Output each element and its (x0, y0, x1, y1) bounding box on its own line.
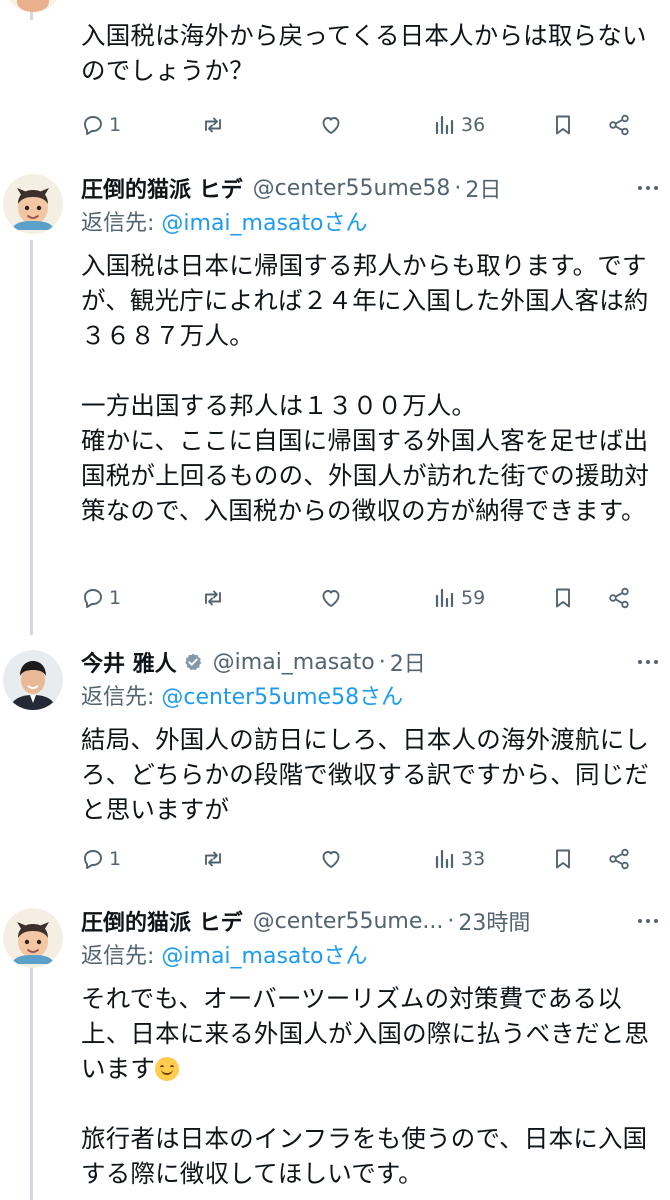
retweet-icon (205, 117, 221, 133)
reply-icon (84, 589, 102, 608)
avatar[interactable] (3, 908, 63, 968)
reply-to-label: 返信先: (81, 944, 162, 969)
reply-to-line: 返信先: @imai_masatoさん (81, 939, 656, 975)
retweet-icon (205, 590, 221, 606)
display-name[interactable]: 圧倒的猫派 ヒデ (81, 905, 243, 937)
like-icon (322, 851, 340, 868)
avatar[interactable] (3, 174, 63, 234)
views-icon (435, 115, 454, 135)
thread-line (30, 945, 33, 1200)
share-icon (609, 114, 629, 136)
share-button[interactable] (607, 105, 631, 145)
bookmark-button[interactable] (551, 105, 575, 145)
retweet-button[interactable] (201, 839, 225, 879)
retweet-button[interactable] (201, 105, 225, 145)
like-button[interactable] (319, 105, 343, 145)
like-icon (322, 117, 340, 134)
like-icon (322, 590, 340, 607)
view-count: 59 (461, 587, 486, 609)
timestamp[interactable]: 2日 (390, 646, 426, 678)
bookmark-icon (556, 115, 570, 135)
thread-line (30, 240, 33, 635)
like-button[interactable] (319, 578, 343, 618)
reply-count: 1 (109, 848, 122, 870)
tweet-text: 結局、外国人の訪日にしろ、日本人の海外渡航にしろ、どちらかの段階で徴収する訳です… (81, 725, 650, 824)
tweet-header: 圧倒的猫派 ヒデ @center55ume... · 23時間 (81, 903, 656, 939)
reply-count: 1 (109, 114, 122, 136)
views-icon (435, 849, 454, 869)
retweet-button[interactable] (201, 578, 225, 618)
timestamp[interactable]: 2日 (465, 172, 501, 204)
reply-button[interactable]: 1 (81, 839, 121, 879)
reply-icon (84, 116, 102, 135)
reply-to-mention[interactable]: @center55ume58さん (161, 685, 403, 710)
reply-button[interactable]: 1 (81, 578, 121, 618)
separator: · (447, 908, 455, 934)
reply-button[interactable]: 1 (81, 105, 121, 145)
tweet-actions: 1 59 (81, 578, 641, 618)
bookmark-icon (556, 849, 570, 869)
tweet-header: 今井 雅人 @imai_masato · 2日 (81, 644, 656, 680)
smiling-face-emoji-icon (155, 1057, 180, 1081)
reply-icon (84, 850, 102, 869)
share-button[interactable] (607, 578, 631, 618)
separator: · (378, 649, 386, 675)
timestamp[interactable]: 23時間 (458, 905, 530, 937)
separator: · (454, 175, 462, 201)
share-button[interactable] (607, 839, 631, 879)
more-icon (638, 919, 658, 923)
reply-to-line: 返信先: @imai_masatoさん (81, 206, 656, 242)
share-icon (609, 848, 629, 870)
views-button[interactable]: 33 (433, 839, 485, 879)
bookmark-icon (556, 588, 570, 608)
tweet-actions: 1 33 (81, 839, 641, 879)
more-button[interactable] (638, 903, 658, 939)
tweet-text: 入国税は海外から戻ってくる日本人からは取らないのでしょうか？ (81, 21, 647, 85)
verified-icon (184, 653, 201, 671)
display-name[interactable]: 圧倒的猫派 ヒデ (81, 172, 243, 204)
views-button[interactable]: 36 (433, 105, 485, 145)
tweet-text: 入国税は日本に帰国する邦人からも取ります。ですが、観光庁によれば２４年に入国した… (81, 251, 650, 525)
display-name[interactable]: 今井 雅人 (81, 646, 177, 678)
bookmark-button[interactable] (551, 578, 575, 618)
views-button[interactable]: 59 (433, 578, 485, 618)
more-icon (638, 186, 658, 190)
user-handle[interactable]: @center55ume... (253, 909, 444, 934)
bookmark-button[interactable] (551, 839, 575, 879)
reply-count: 1 (109, 587, 122, 609)
views-icon (435, 588, 454, 608)
reply-to-label: 返信先: (81, 211, 162, 236)
view-count: 33 (461, 848, 486, 870)
user-handle[interactable]: @center55ume58 (253, 176, 451, 201)
tweet-actions: 1 36 (81, 105, 641, 145)
avatar[interactable] (3, 0, 63, 12)
share-icon (609, 587, 629, 609)
retweet-icon (205, 851, 221, 867)
more-button[interactable] (638, 644, 658, 680)
reply-to-mention[interactable]: @imai_masatoさん (161, 944, 367, 969)
tweet-text-part2: 旅行者は日本のインフラをも使うので、日本に入国する際に徴収してほしいです。 (81, 1124, 648, 1188)
reply-to-mention[interactable]: @imai_masatoさん (161, 211, 367, 236)
reply-to-label: 返信先: (81, 685, 162, 710)
more-button[interactable] (638, 170, 658, 206)
avatar[interactable] (3, 650, 63, 710)
like-button[interactable] (319, 839, 343, 879)
more-icon (638, 660, 658, 664)
view-count: 36 (461, 114, 486, 136)
tweet-header: 圧倒的猫派 ヒデ @center55ume58 · 2日 (81, 170, 656, 206)
reply-to-line: 返信先: @center55ume58さん (81, 680, 656, 716)
tweet-text: それでも、オーバーツーリズムの対策費である以上、日本に来る外国人が入国の際に払う… (81, 981, 656, 1191)
user-handle[interactable]: @imai_masato (213, 650, 375, 675)
